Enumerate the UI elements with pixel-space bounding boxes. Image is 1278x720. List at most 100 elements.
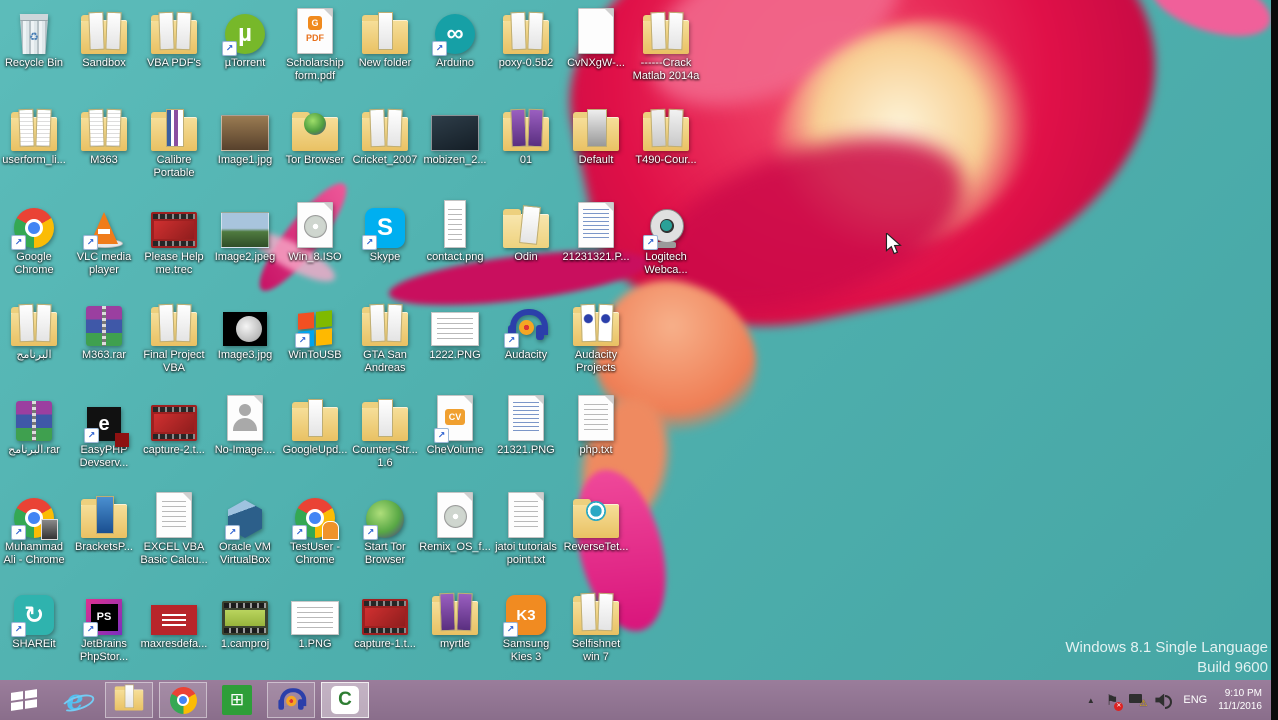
desktop-icon-start-tor-browser[interactable]: ↗Start Tor Browser — [349, 490, 421, 567]
desktop-icon-samsung-kies-3[interactable]: K3↗Samsung Kies 3 — [490, 587, 562, 664]
language-indicator[interactable]: ENG — [1183, 694, 1207, 706]
desktop-icon-rar[interactable]: البرنامج.rar — [0, 393, 70, 457]
desktop-icon-odin[interactable]: Odin — [490, 200, 562, 264]
desktop-icon-t490-cour[interactable]: T490-Cour... — [630, 103, 702, 167]
desktop-icon-tor-browser[interactable]: Tor Browser — [279, 103, 351, 167]
desktop-icon-contact-png[interactable]: contact.png — [419, 200, 491, 264]
desktop-icon-image1-jpg[interactable]: Image1.jpg — [209, 103, 281, 167]
desktop-icon-m363-rar[interactable]: M363.rar — [68, 298, 140, 362]
doc-icon — [578, 395, 614, 441]
desktop-icon-googleupd[interactable]: GoogleUpd... — [279, 393, 351, 457]
desktop-icon-poxy-0-5b2[interactable]: poxy-0.5b2 — [490, 6, 562, 70]
desktop-icon-calibre-portable[interactable]: Calibre Portable — [138, 103, 210, 180]
volume-icon[interactable] — [1155, 694, 1172, 707]
desktop-icon-audacity[interactable]: ↗Audacity — [490, 298, 562, 362]
desktop-icon-vlc-media-player[interactable]: ↗VLC media player — [68, 200, 140, 277]
desktop-icon-mobizen-2[interactable]: mobizen_2... — [419, 103, 491, 167]
icon-label: Please Help me.trec — [144, 251, 203, 277]
folder-icon — [362, 312, 408, 346]
icon-graphic — [508, 490, 544, 538]
taskbar-button-camtasia[interactable]: C — [321, 682, 369, 718]
desktop-icon-1-camproj[interactable]: 1.camproj — [209, 587, 281, 651]
doc-icon — [156, 492, 192, 538]
folder-icon — [151, 20, 197, 54]
desktop-icon-please-help-me-trec[interactable]: Please Help me.trec — [138, 200, 210, 277]
icon-graphic: PS↗ — [86, 587, 122, 635]
desktop-icon-01[interactable]: 01 — [490, 103, 562, 167]
desktop-icon-sandbox[interactable]: Sandbox — [68, 6, 140, 70]
desktop-icon-image3-jpg[interactable]: Image3.jpg — [209, 298, 281, 362]
icon-label: maxresdefa... — [141, 638, 208, 651]
desktop-icon-jatoi-tutorials-point-txt[interactable]: jatoi tutorials point.txt — [490, 490, 562, 567]
desktop-icon-userform-li[interactable]: userform_li... — [0, 103, 70, 167]
desktop-icon-testuser-chrome[interactable]: ↗TestUser - Chrome — [279, 490, 351, 567]
desktop-icon-logitech-webca[interactable]: ↗Logitech Webca... — [630, 200, 702, 277]
desktop-icon-easyphp-devserv[interactable]: e↗EasyPHP Devserv... — [68, 393, 140, 470]
taskbar-button-file-explorer[interactable] — [105, 682, 153, 718]
taskbar-button-windows-store[interactable]: ⊞ — [213, 682, 261, 718]
desktop-icon-default[interactable]: Default — [560, 103, 632, 167]
desktop-icon-excel-vba-basic-calcu[interactable]: EXCEL VBA Basic Calcu... — [138, 490, 210, 567]
desktop-icon-capture-2-t[interactable]: capture-2.t... — [138, 393, 210, 457]
desktop-icon-bracketsp[interactable]: BracketsP... — [68, 490, 140, 554]
desktop-icon-remix-os-f[interactable]: Remix_OS_f... — [419, 490, 491, 554]
icon-graphic — [573, 103, 619, 151]
rar-icon — [16, 401, 52, 441]
taskbar-button-internet-explorer[interactable]: e — [51, 682, 99, 718]
taskbar-button-audacity[interactable] — [267, 682, 315, 718]
desktop-icon-1-png[interactable]: 1.PNG — [279, 587, 351, 651]
action-center-flag-icon[interactable]: ⚑✕ — [1106, 692, 1119, 709]
icon-graphic — [151, 587, 197, 635]
desktop-icon-maxresdefa[interactable]: maxresdefa... — [138, 587, 210, 651]
icon-label: 1.camproj — [221, 638, 269, 651]
desktop-icon-muhammad-ali-chrome[interactable]: ↗Muhammad Ali - Chrome — [0, 490, 70, 567]
icon-graphic — [11, 103, 57, 151]
desktop-icon-cricket-2007[interactable]: Cricket_2007 — [349, 103, 421, 167]
shortcut-arrow-icon: ↗ — [434, 428, 449, 443]
icon-label: WinToUSB — [288, 349, 341, 362]
desktop-icon-win-8-iso[interactable]: Win_8.ISO — [279, 200, 351, 264]
desktop-icon-myrtle[interactable]: myrtle — [419, 587, 491, 651]
desktop-icon-skype[interactable]: S↗Skype — [349, 200, 421, 264]
desktop-icon-torrent[interactable]: µ↗µTorrent — [209, 6, 281, 70]
start-button[interactable] — [0, 680, 48, 720]
desktop-icon-counter-str-1-6[interactable]: Counter-Str... 1.6 — [349, 393, 421, 470]
icon-graphic: e↗ — [87, 393, 121, 441]
photo-icon — [221, 115, 269, 151]
desktop-icon-image2-jpeg[interactable]: Image2.jpeg — [209, 200, 281, 264]
desktop-icon-scholarship-form-pdf[interactable]: GPDFScholarship form.pdf — [279, 6, 351, 83]
desktop-icon-jetbrains-phpstor[interactable]: PS↗JetBrains PhpStor... — [68, 587, 140, 664]
taskbar-clock[interactable]: 9:10 PM 11/1/2016 — [1218, 687, 1262, 713]
show-hidden-icons-chevron[interactable]: ▲ — [1087, 696, 1095, 705]
desktop-icon-wintousb[interactable]: ↗WinToUSB — [279, 298, 351, 362]
desktop-icon-chevolume[interactable]: CV↗CheVolume — [419, 393, 491, 457]
desktop-icon-no-image[interactable]: No-Image.... — [209, 393, 281, 457]
network-status-icon[interactable]: ⚠ — [1129, 694, 1144, 706]
desktop-icon-php-txt[interactable]: php.txt — [560, 393, 632, 457]
desktop-icon-final-project-vba[interactable]: Final Project VBA — [138, 298, 210, 375]
desktop-icon-arduino[interactable]: ∞↗Arduino — [419, 6, 491, 70]
desktop-icon-crack-matlab-2014a[interactable]: ------Crack Matlab 2014a — [630, 6, 702, 83]
desktop-icon-row4-col1[interactable]: البرنامج — [0, 298, 70, 362]
taskbar-buttons: e ⊞ C — [48, 682, 372, 718]
desktop-icon-gta-san-andreas[interactable]: GTA San Andreas — [349, 298, 421, 375]
desktop-icon-cvnxgw[interactable]: CvNXgW-... — [560, 6, 632, 70]
desktop-icon-m363[interactable]: M363 — [68, 103, 140, 167]
desktop-icon-recycle-bin[interactable]: Recycle Bin — [0, 6, 70, 70]
desktop-icon-google-chrome[interactable]: ↗Google Chrome — [0, 200, 70, 277]
desktop-icon-vba-pdf-s[interactable]: VBA PDF's — [138, 6, 210, 70]
desktop-icon-new-folder[interactable]: New folder — [349, 6, 421, 70]
windows-logo-icon — [11, 689, 37, 711]
taskbar-button-google-chrome[interactable] — [159, 682, 207, 718]
desktop-icon-selfishnet-win-7[interactable]: Selfishnet win 7 — [560, 587, 632, 664]
desktop-icon-21321-png[interactable]: 21321.PNG — [490, 393, 562, 457]
icon-label: µTorrent — [225, 57, 266, 70]
desktop-icon-1222-png[interactable]: 1222.PNG — [419, 298, 491, 362]
desktop-icon-reversetet[interactable]: ReverseTet... — [560, 490, 632, 554]
desktop-icon-capture-1-t[interactable]: capture-1.t... — [349, 587, 421, 651]
desktop-icon-audacity-projects[interactable]: Audacity Projects — [560, 298, 632, 375]
icon-graphic — [16, 393, 52, 441]
desktop-icon-21231321-p[interactable]: 21231321.P... — [560, 200, 632, 264]
desktop-icon-shareit[interactable]: ↻↗SHAREit — [0, 587, 70, 651]
desktop-icon-oracle-vm-virtualbox[interactable]: ↗Oracle VM VirtualBox — [209, 490, 281, 567]
